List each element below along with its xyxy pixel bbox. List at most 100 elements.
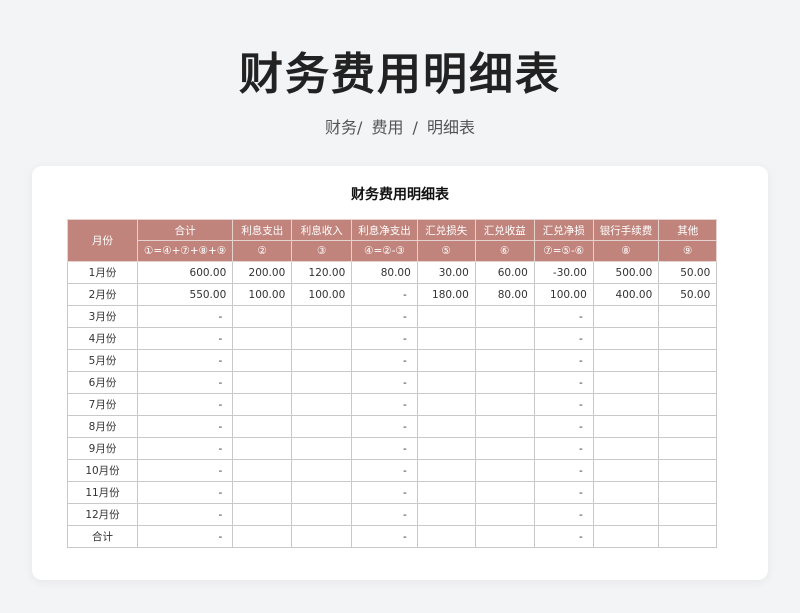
value-cell[interactable]: - xyxy=(351,459,418,482)
value-cell[interactable] xyxy=(592,503,660,526)
month-cell[interactable]: 8月份 xyxy=(67,415,138,438)
value-cell[interactable]: - xyxy=(533,371,594,394)
value-cell[interactable] xyxy=(291,437,353,460)
value-cell[interactable] xyxy=(592,437,660,460)
value-cell[interactable]: - xyxy=(533,349,594,372)
value-cell[interactable]: - xyxy=(136,327,234,350)
month-cell[interactable]: 3月份 xyxy=(67,305,138,328)
month-cell[interactable]: 12月份 xyxy=(67,503,138,526)
month-cell[interactable]: 10月份 xyxy=(67,459,138,482)
value-cell[interactable]: - xyxy=(136,415,234,438)
value-cell[interactable] xyxy=(291,327,353,350)
value-cell[interactable] xyxy=(291,415,353,438)
value-cell[interactable]: - xyxy=(533,459,594,482)
value-cell[interactable] xyxy=(592,525,660,548)
value-cell[interactable]: - xyxy=(136,437,234,460)
value-cell[interactable]: - xyxy=(533,393,594,416)
value-cell[interactable] xyxy=(592,415,660,438)
value-cell[interactable] xyxy=(474,305,535,328)
value-cell[interactable] xyxy=(592,349,660,372)
value-cell[interactable]: 180.00 xyxy=(416,283,476,306)
value-cell[interactable]: -30.00 xyxy=(533,261,594,284)
value-cell[interactable] xyxy=(658,503,718,526)
value-cell[interactable]: 200.00 xyxy=(232,261,293,284)
value-cell[interactable] xyxy=(232,371,293,394)
value-cell[interactable] xyxy=(291,525,353,548)
month-cell[interactable]: 4月份 xyxy=(67,327,138,350)
value-cell[interactable] xyxy=(658,371,718,394)
value-cell[interactable]: - xyxy=(533,481,594,504)
value-cell[interactable] xyxy=(474,393,535,416)
value-cell[interactable]: - xyxy=(136,481,234,504)
value-cell[interactable] xyxy=(291,371,353,394)
value-cell[interactable]: 400.00 xyxy=(592,283,660,306)
value-cell[interactable]: 100.00 xyxy=(291,283,353,306)
value-cell[interactable] xyxy=(232,415,293,438)
value-cell[interactable] xyxy=(658,481,718,504)
value-cell[interactable]: - xyxy=(533,305,594,328)
value-cell[interactable]: 100.00 xyxy=(232,283,293,306)
value-cell[interactable] xyxy=(474,481,535,504)
value-cell[interactable] xyxy=(474,371,535,394)
value-cell[interactable] xyxy=(474,349,535,372)
month-cell[interactable]: 2月份 xyxy=(67,283,138,306)
value-cell[interactable] xyxy=(416,327,476,350)
month-cell[interactable]: 9月份 xyxy=(67,437,138,460)
value-cell[interactable]: - xyxy=(136,393,234,416)
value-cell[interactable] xyxy=(658,393,718,416)
value-cell[interactable] xyxy=(232,437,293,460)
value-cell[interactable]: - xyxy=(351,305,418,328)
value-cell[interactable] xyxy=(474,525,535,548)
value-cell[interactable]: - xyxy=(351,437,418,460)
value-cell[interactable]: 600.00 xyxy=(136,261,234,284)
value-cell[interactable] xyxy=(658,525,718,548)
value-cell[interactable] xyxy=(592,481,660,504)
value-cell[interactable] xyxy=(416,459,476,482)
value-cell[interactable] xyxy=(474,415,535,438)
value-cell[interactable]: - xyxy=(351,525,418,548)
value-cell[interactable]: - xyxy=(351,371,418,394)
month-cell[interactable]: 合计 xyxy=(67,525,138,548)
value-cell[interactable]: - xyxy=(533,415,594,438)
value-cell[interactable] xyxy=(474,437,535,460)
value-cell[interactable] xyxy=(416,415,476,438)
value-cell[interactable] xyxy=(232,393,293,416)
value-cell[interactable] xyxy=(232,503,293,526)
value-cell[interactable] xyxy=(232,459,293,482)
value-cell[interactable] xyxy=(416,525,476,548)
value-cell[interactable]: 80.00 xyxy=(351,261,418,284)
value-cell[interactable]: - xyxy=(533,503,594,526)
value-cell[interactable]: 120.00 xyxy=(291,261,353,284)
value-cell[interactable]: - xyxy=(351,481,418,504)
value-cell[interactable]: 50.00 xyxy=(658,283,718,306)
value-cell[interactable] xyxy=(474,327,535,350)
value-cell[interactable] xyxy=(291,459,353,482)
value-cell[interactable]: 550.00 xyxy=(136,283,234,306)
value-cell[interactable]: - xyxy=(136,525,234,548)
value-cell[interactable] xyxy=(592,459,660,482)
value-cell[interactable] xyxy=(416,371,476,394)
value-cell[interactable] xyxy=(232,481,293,504)
month-cell[interactable]: 7月份 xyxy=(67,393,138,416)
value-cell[interactable] xyxy=(416,305,476,328)
value-cell[interactable]: - xyxy=(351,503,418,526)
value-cell[interactable]: - xyxy=(351,349,418,372)
value-cell[interactable] xyxy=(232,349,293,372)
value-cell[interactable]: - xyxy=(351,283,418,306)
value-cell[interactable]: - xyxy=(351,393,418,416)
value-cell[interactable] xyxy=(291,503,353,526)
value-cell[interactable] xyxy=(416,393,476,416)
value-cell[interactable]: - xyxy=(136,503,234,526)
value-cell[interactable]: - xyxy=(136,349,234,372)
value-cell[interactable]: 30.00 xyxy=(416,261,476,284)
value-cell[interactable]: 100.00 xyxy=(533,283,594,306)
value-cell[interactable]: - xyxy=(533,327,594,350)
value-cell[interactable] xyxy=(232,305,293,328)
value-cell[interactable] xyxy=(416,481,476,504)
value-cell[interactable] xyxy=(416,437,476,460)
value-cell[interactable]: - xyxy=(136,371,234,394)
month-cell[interactable]: 11月份 xyxy=(67,481,138,504)
value-cell[interactable]: 50.00 xyxy=(658,261,718,284)
value-cell[interactable] xyxy=(291,481,353,504)
value-cell[interactable]: - xyxy=(136,459,234,482)
